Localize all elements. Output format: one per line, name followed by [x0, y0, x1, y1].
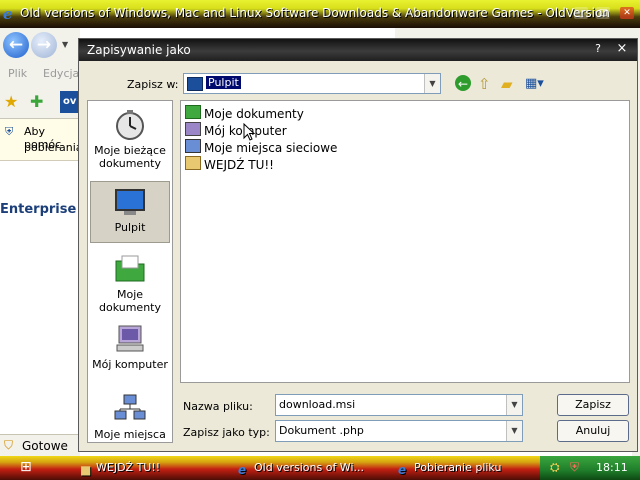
internet-explorer-icon: e [238, 463, 247, 477]
info-shield-icon: ⛨ [5, 125, 14, 138]
infobar-line2: pobierania [24, 141, 83, 154]
security-shield-icon[interactable]: ⛨ [570, 460, 579, 475]
file-item[interactable]: WEJDŹ TU!! [185, 156, 274, 172]
dialog-close-icon[interactable]: × [615, 42, 629, 56]
my-documents-icon [185, 105, 201, 119]
place-my-computer[interactable]: Mój komputer [90, 323, 170, 371]
back-icon[interactable]: ← [3, 32, 29, 58]
place-label: Moje miejsca [94, 428, 166, 441]
information-bar[interactable]: ⛨ Aby pomóc pobierania [0, 119, 83, 161]
browser-title: Old versions of Windows, Mac and Linux S… [20, 6, 610, 20]
view-menu-icon[interactable]: ▦▾ [525, 75, 547, 93]
add-favorite-icon[interactable]: ✚ [30, 92, 43, 111]
place-label: Moje dokumenty [99, 288, 161, 314]
start-windows-icon[interactable]: ⊞ [20, 459, 32, 475]
address-bar-background [395, 28, 640, 38]
file-name: WEJDŹ TU!! [204, 158, 274, 172]
taskbar-item-label: Pobieranie pliku [414, 461, 502, 474]
place-label: Mój komputer [92, 358, 168, 371]
help-icon[interactable]: ? [591, 42, 605, 56]
shortcut-icon: ■ [80, 463, 92, 477]
my-computer-icon [114, 323, 146, 355]
file-item[interactable]: Moje miejsca sieciowe [185, 139, 337, 155]
status-shield-icon: ⛉ [4, 438, 14, 452]
save-in-value: Pulpit [206, 76, 241, 89]
places-bar: Moje bieżące dokumenty Pulpit Moje dokum… [87, 100, 173, 443]
my-documents-folder-icon [114, 253, 146, 285]
up-folder-icon[interactable]: ⇧ [478, 75, 496, 93]
new-folder-icon[interactable]: ▰ [501, 75, 519, 93]
minimize-icon[interactable]: _ [574, 7, 588, 19]
filetype-label: Zapisz jako typ: [183, 426, 270, 439]
clock[interactable]: 18:11 [596, 461, 628, 474]
filename-label: Nazwa pliku: [183, 400, 253, 413]
system-tray: ⛭ ⛨ 18:11 [540, 456, 640, 480]
menu-file[interactable]: Plik [8, 67, 27, 80]
browser-title-bar: e Old versions of Windows, Mac and Linux… [0, 0, 640, 28]
favorites-bar: ★ ✚ ov [0, 85, 80, 119]
desktop-icon [114, 186, 146, 218]
favorites-star-icon[interactable]: ★ [4, 92, 18, 111]
internet-explorer-icon: e [3, 5, 13, 23]
chevron-down-icon[interactable]: ▼ [506, 421, 522, 441]
chevron-down-icon[interactable]: ▼ [424, 74, 440, 93]
dialog-title: Zapisywanie jako [87, 43, 191, 57]
close-icon[interactable]: ✕ [620, 7, 634, 19]
file-item[interactable]: Moje dokumenty [185, 105, 304, 121]
browser-menu-bar: Plik Edycja [0, 63, 80, 85]
taskbar-item[interactable]: ■ WEJDŹ TU!! [78, 459, 236, 477]
place-label: Pulpit [114, 221, 146, 234]
status-bar: ⛉ Gotowe [0, 434, 80, 457]
browser-nav-toolbar: ← → ▼ [0, 28, 80, 63]
taskbar-item[interactable]: e Old versions of Wi... [236, 459, 394, 477]
tab-icon[interactable]: ov [60, 91, 80, 113]
taskbar-item[interactable]: e Pobieranie pliku [396, 459, 544, 477]
cancel-button[interactable]: Anuluj [557, 420, 629, 442]
chevron-down-icon[interactable]: ▼ [506, 395, 522, 415]
my-computer-icon [185, 122, 201, 136]
network-places-icon [185, 139, 201, 153]
filename-value: download.msi [279, 398, 356, 411]
file-name: Moje miejsca sieciowe [204, 141, 338, 155]
save-in-label: Zapisz w: [127, 78, 179, 91]
dialog-title-bar[interactable]: Zapisywanie jako ? × [79, 39, 637, 61]
network-places-icon [114, 393, 146, 425]
mouse-cursor-icon [243, 123, 255, 141]
filename-field[interactable]: download.msi ▼ [275, 394, 523, 416]
taskbar-item-label: WEJDŹ TU!! [96, 461, 161, 474]
network-tray-icon[interactable]: ⛭ [550, 460, 560, 475]
forward-icon[interactable]: → [31, 32, 57, 58]
place-network[interactable]: Moje miejsca [90, 393, 170, 441]
place-recent[interactable]: Moje bieżące dokumenty [90, 109, 170, 170]
browser-page-content: Enterprise [0, 161, 80, 434]
file-name: Moje dokumenty [204, 107, 304, 121]
filetype-value: Dokument .php [279, 424, 364, 437]
place-desktop[interactable]: Pulpit [90, 181, 170, 243]
file-list[interactable]: Moje dokumenty Mój komputer Moje miejsca… [180, 100, 630, 383]
maximize-icon[interactable]: □ [596, 7, 610, 19]
internet-explorer-icon: e [398, 463, 407, 477]
shortcut-icon [185, 156, 201, 170]
content-heading: Enterprise [0, 202, 77, 217]
desktop-icon [187, 77, 203, 91]
place-my-documents[interactable]: Moje dokumenty [90, 253, 170, 314]
taskbar: ⊞ ■ WEJDŹ TU!! e Old versions of Wi... e… [0, 456, 640, 480]
clock-icon [114, 109, 146, 141]
save-button[interactable]: Zapisz [557, 394, 629, 416]
status-text: Gotowe [22, 439, 68, 453]
save-as-dialog: Zapisywanie jako ? × Zapisz w: Pulpit ▼ … [78, 38, 638, 452]
save-in-dropdown[interactable]: Pulpit ▼ [183, 73, 441, 94]
file-item[interactable]: Mój komputer [185, 122, 287, 138]
history-dropdown-icon[interactable]: ▼ [62, 40, 68, 49]
place-label: Moje bieżące dokumenty [94, 144, 166, 170]
taskbar-item-label: Old versions of Wi... [254, 461, 364, 474]
back-arrow-icon[interactable]: ← [455, 75, 471, 91]
menu-edit[interactable]: Edycja [43, 67, 79, 80]
filetype-dropdown[interactable]: Dokument .php ▼ [275, 420, 523, 442]
